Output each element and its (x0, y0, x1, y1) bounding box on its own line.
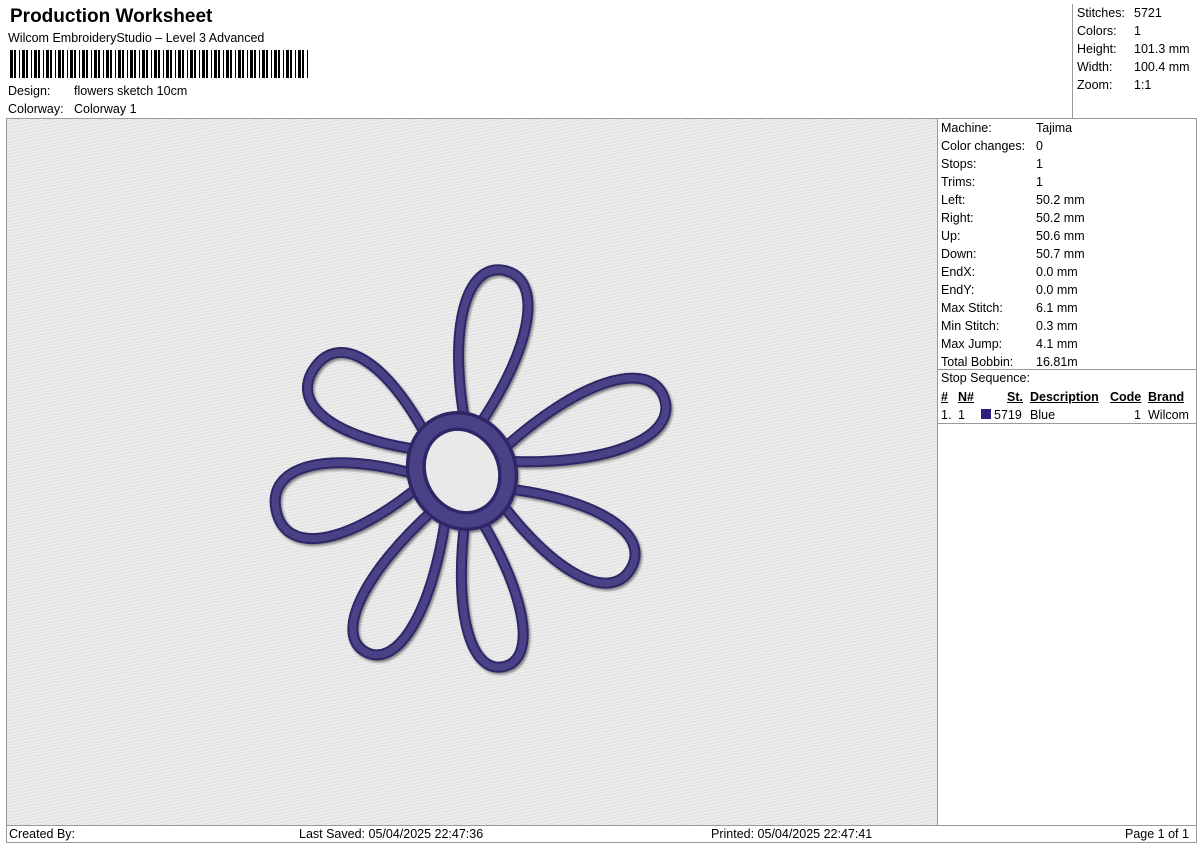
stat-height: Height: 101.3 mm (1077, 42, 1190, 56)
last-saved: Last Saved: 05/04/2025 22:47:36 (299, 827, 484, 841)
info-row-endx: EndX: 0.0 mm (941, 265, 1078, 279)
info-row-colorchanges: Color changes: 0 (941, 139, 1043, 153)
info-row-maxjump: Max Jump: 4.1 mm (941, 337, 1078, 351)
design-label: Design: (8, 84, 51, 98)
stat-stitches: Stitches: 5721 (1077, 6, 1162, 20)
info-row-up: Up: 50.6 mm (941, 229, 1085, 243)
stat-zoom: Zoom: 1:1 (1077, 78, 1152, 92)
design-value: flowers sketch 10cm (74, 84, 188, 98)
info-row-right: Right: 50.2 mm (941, 211, 1085, 225)
flower-embroidery-image (269, 264, 672, 673)
row-description: Blue (1030, 408, 1056, 422)
design-preview (6, 118, 938, 826)
software-subtitle: Wilcom EmbroideryStudio – Level 3 Advanc… (8, 31, 265, 45)
col-code: Code (1110, 390, 1142, 404)
row-stitch: 5719 (994, 408, 1022, 422)
stat-width: Width: 100.4 mm (1077, 60, 1190, 74)
footer-bar: Created By: Last Saved: 05/04/2025 22:47… (6, 825, 1197, 843)
page-number: Page 1 of 1 (1125, 827, 1189, 841)
info-row-endy: EndY: 0.0 mm (941, 283, 1078, 297)
col-num: # (941, 390, 948, 404)
info-row-down: Down: 50.7 mm (941, 247, 1085, 261)
machine-info-panel: Machine: Tajima Color changes: 0 Stops: 1 Trim… (937, 118, 1197, 826)
row-needle: 1 (958, 408, 965, 422)
barcode-icon (10, 50, 308, 78)
stop-sequence-heading: Stop Sequence: (941, 371, 1030, 385)
col-needle: N# (958, 390, 974, 404)
stat-colors: Colors: 1 (1077, 24, 1141, 38)
stats-box: Stitches: 5721 Colors: 1 Height: 101.3 mm W… (1072, 4, 1198, 118)
colorway-value: Colorway 1 (74, 102, 137, 116)
info-row-maxstitch: Max Stitch: 6.1 mm (941, 301, 1078, 315)
info-row-trims: Trims: 1 (941, 175, 1043, 189)
colorway-label: Colorway: (8, 102, 64, 116)
col-stitch: St. (1007, 390, 1023, 404)
printed-date: Printed: 05/04/2025 22:47:41 (711, 827, 873, 841)
color-swatch (981, 409, 991, 419)
created-by: Created By: (9, 827, 76, 841)
info-row-machine: Machine: Tajima (941, 121, 1073, 135)
row-code: 1 (1134, 408, 1141, 422)
info-row-minstitch: Min Stitch: 0.3 mm (941, 319, 1078, 333)
info-row-stops: Stops: 1 (941, 157, 1043, 171)
row-brand: Wilcom (1148, 408, 1189, 422)
page-title: Production Worksheet (10, 6, 213, 27)
row-num: 1. (941, 408, 952, 422)
col-brand: Brand (1148, 390, 1185, 404)
info-row-left: Left: 50.2 mm (941, 193, 1085, 207)
col-description: Description (1030, 390, 1099, 404)
